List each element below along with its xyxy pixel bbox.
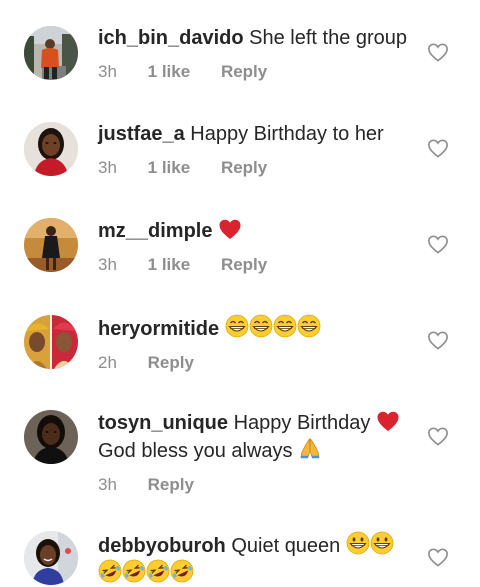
like-heart-icon[interactable] bbox=[427, 234, 449, 254]
folded-hands-icon bbox=[298, 436, 322, 460]
avatar-photo-woman-smiling bbox=[24, 531, 78, 585]
avatar[interactable] bbox=[24, 218, 78, 272]
avatar[interactable] bbox=[24, 122, 78, 176]
comments-list: ich_bin_davido She left the group 3h 1 l… bbox=[0, 0, 480, 585]
avatar-photo-woman-dress bbox=[24, 218, 78, 272]
comment-text-line2: God bless you always bbox=[98, 440, 293, 462]
username[interactable]: debbyoburoh bbox=[98, 535, 226, 557]
reply-button[interactable]: Reply bbox=[148, 475, 194, 494]
comment-text: Quiet queen bbox=[231, 535, 341, 557]
timestamp: 3h bbox=[98, 255, 117, 274]
comment-text-block: justfae_a Happy Birthday to her bbox=[98, 122, 416, 147]
reply-button[interactable]: Reply bbox=[221, 255, 267, 274]
like-heart-icon[interactable] bbox=[427, 547, 449, 567]
timestamp: 3h bbox=[98, 62, 117, 81]
avatar-photo-two-women-geles bbox=[24, 315, 78, 369]
grinning-face-icon bbox=[370, 531, 394, 555]
comment-text-block: debbyoburoh Quiet queen bbox=[98, 531, 416, 587]
avatar-photo-man-outdoors bbox=[24, 26, 78, 80]
likes-count[interactable]: 1 like bbox=[148, 158, 191, 177]
rolling-on-floor-laughing-icon bbox=[170, 559, 194, 583]
beaming-face-icon bbox=[273, 314, 297, 338]
username[interactable]: mz__dimple bbox=[98, 220, 212, 242]
beaming-face-icon bbox=[297, 314, 321, 338]
red-heart-icon bbox=[376, 410, 400, 432]
like-heart-icon[interactable] bbox=[427, 330, 449, 350]
comment-body: tosyn_unique Happy Birthday God bless yo… bbox=[98, 410, 416, 495]
avatar-photo-woman-dark bbox=[24, 410, 78, 464]
like-heart-icon[interactable] bbox=[427, 426, 449, 446]
comment-meta: 3h Reply bbox=[98, 475, 416, 495]
comment-body: ich_bin_davido She left the group 3h 1 l… bbox=[98, 26, 416, 82]
beaming-face-icon bbox=[225, 314, 249, 338]
beaming-face-icon bbox=[249, 314, 273, 338]
red-heart-icon bbox=[218, 218, 242, 240]
comment-text: Happy Birthday to her bbox=[190, 123, 384, 145]
username[interactable]: heryormitide bbox=[98, 318, 219, 340]
likes-count[interactable]: 1 like bbox=[148, 62, 191, 81]
like-heart-icon[interactable] bbox=[427, 138, 449, 158]
avatar[interactable] bbox=[24, 26, 78, 80]
comment-body: heryormitide 2h Reply bbox=[98, 314, 416, 373]
comment-text-block: tosyn_unique Happy Birthday God bless yo… bbox=[98, 410, 416, 464]
comment-text: Happy Birthday bbox=[233, 412, 371, 434]
reply-button[interactable]: Reply bbox=[221, 62, 267, 81]
avatar[interactable] bbox=[24, 315, 78, 369]
comment-text: She left the group bbox=[249, 27, 408, 49]
comment-body: debbyoburoh Quiet queen bbox=[98, 531, 416, 587]
timestamp: 3h bbox=[98, 475, 117, 494]
comment-body: justfae_a Happy Birthday to her 3h 1 lik… bbox=[98, 122, 416, 178]
avatar[interactable] bbox=[24, 410, 78, 464]
rolling-on-floor-laughing-icon bbox=[98, 559, 122, 583]
avatar-photo-woman-red-top bbox=[24, 122, 78, 176]
comment-text-block: ich_bin_davido She left the group bbox=[98, 26, 416, 51]
rolling-on-floor-laughing-icon bbox=[146, 559, 170, 583]
comment-meta: 3h 1 like Reply bbox=[98, 62, 416, 82]
grinning-face-icon bbox=[346, 531, 370, 555]
reply-button[interactable]: Reply bbox=[221, 158, 267, 177]
comment-text-block: mz__dimple bbox=[98, 218, 416, 244]
username[interactable]: justfae_a bbox=[98, 123, 185, 145]
rolling-on-floor-laughing-icon bbox=[122, 559, 146, 583]
like-heart-icon[interactable] bbox=[427, 42, 449, 62]
comment-text-block: heryormitide bbox=[98, 314, 416, 342]
comment-meta: 3h 1 like Reply bbox=[98, 158, 416, 178]
avatar[interactable] bbox=[24, 531, 78, 585]
timestamp: 2h bbox=[98, 353, 117, 372]
comment-body: mz__dimple 3h 1 like Reply bbox=[98, 218, 416, 275]
reply-button[interactable]: Reply bbox=[148, 353, 194, 372]
comment-meta: 2h Reply bbox=[98, 353, 416, 373]
timestamp: 3h bbox=[98, 158, 117, 177]
comment-meta: 3h 1 like Reply bbox=[98, 255, 416, 275]
username[interactable]: ich_bin_davido bbox=[98, 27, 244, 49]
username[interactable]: tosyn_unique bbox=[98, 412, 228, 434]
likes-count[interactable]: 1 like bbox=[148, 255, 191, 274]
